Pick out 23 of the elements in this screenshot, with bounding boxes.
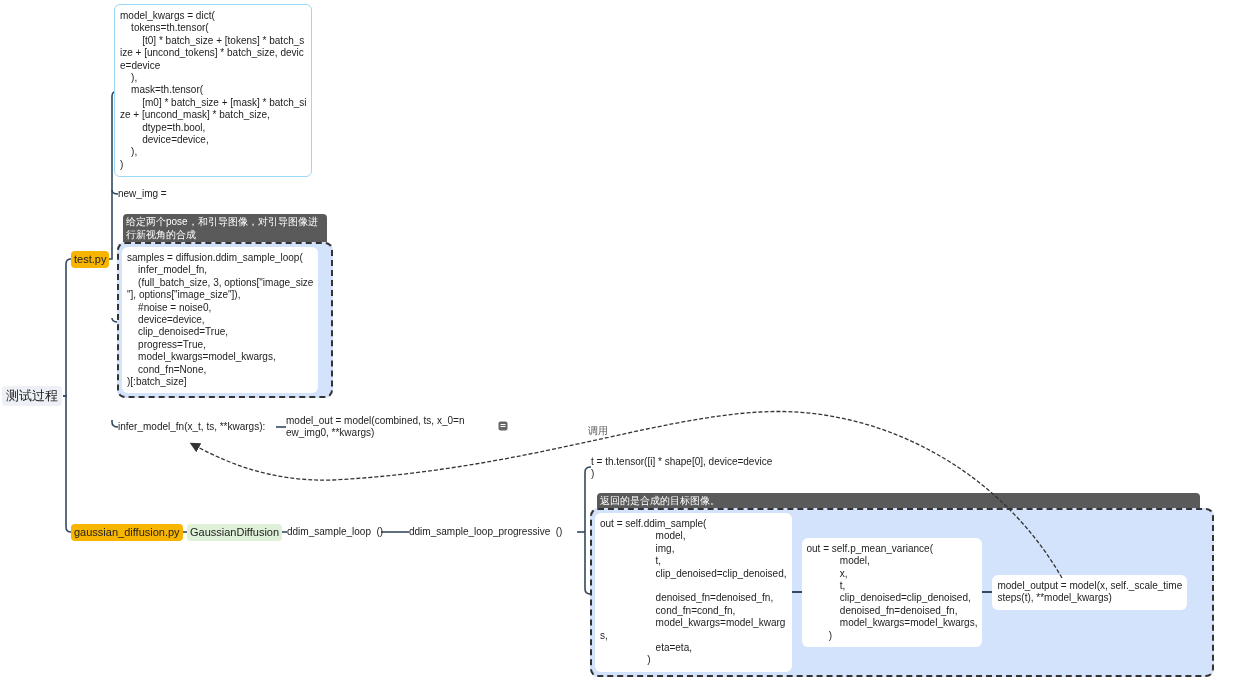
code-node[interactable]: samples = diffusion.ddim_sample_loop( infer_model_fn, (full_batch_size, 3, options["image_size "], options["image_size"]), #noise = noise0, device=device, clip_denoised=True, progress=True, model_kwargs=model_kwargs, cond_fn=None, )[:batch_size] <box>122 247 319 394</box>
code-node[interactable]: model_output = model(x, self._scale_time steps(t), **model_kwargs) <box>992 575 1188 610</box>
code-node[interactable]: out = self.ddim_sample( model, img, t, clip_denoised=clip_denoised, denoised_fn=denoised_fn, cond_fn=cond_fn, model_kwargs=model_kwarg s, eta=eta, ) <box>595 513 792 672</box>
text-node[interactable]: model_out = model(combined, ts, x_0=n ew_img0, **kwargs) <box>286 414 465 441</box>
connector-line <box>111 419 119 428</box>
text-node[interactable]: ddim_sample_loop_progressive () <box>409 525 563 540</box>
note-label: 给定两个pose，和引导图像，对引导图像进行新视角的合成 <box>123 214 327 242</box>
text-node[interactable]: t = th.tensor([i] * shape[0], device=device ) <box>591 455 773 482</box>
code-node[interactable]: model_kwargs = dict( tokens=th.tensor( [t0] * batch_size + [tokens] * batch_s ize + [uncond_tokens] * batch_size, devic e=device ), mask=th.tensor( [m0] * batch_size + [mask] * batch_si ze + [uncond_mask] * batch_size, dtype=th.bool, device=device, ), ) <box>114 4 313 178</box>
text-node[interactable]: new_img = <box>118 187 167 202</box>
class-node[interactable]: GaussianDiffusion <box>187 524 283 541</box>
note-label: 返回的是合成的目标图像。 <box>597 493 1200 508</box>
text-node[interactable]: ddim_sample_loop () <box>287 525 384 540</box>
code-node[interactable]: out = self.p_mean_variance( model, x, t, clip_denoised=clip_denoised, denoised_fn=denoised_fn, model_kwargs=model_kwargs, ) <box>801 537 983 648</box>
note-icon[interactable] <box>498 421 509 431</box>
connector-line <box>275 426 287 428</box>
connector-line <box>111 317 119 323</box>
connector-line <box>380 531 410 533</box>
text-node[interactable]: infer_model_fn(x_t, ts, **kwargs): <box>118 420 266 435</box>
root-node[interactable]: 测试过程 <box>2 386 62 406</box>
file-node[interactable]: test.py <box>71 251 110 268</box>
relationship-label: 调用 <box>587 425 609 437</box>
file-node[interactable]: gaussian_diffusion.py <box>71 524 183 541</box>
